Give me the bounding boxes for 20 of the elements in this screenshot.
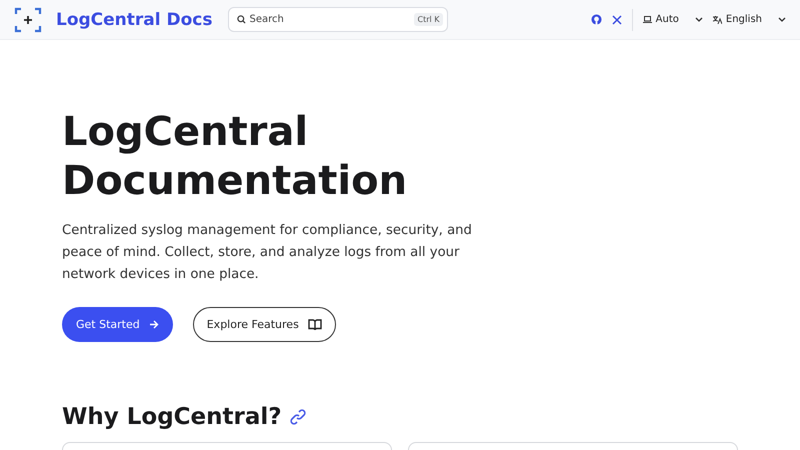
intro-text: Centralized syslog management for compliance, security, and peace of mind. Collect, store, and analyze logs from all your network devices in one place. [62, 222, 473, 284]
get-started-button[interactable]: Get Started [62, 307, 173, 342]
github-icon[interactable] [590, 14, 602, 25]
theme-selector[interactable]: Auto [642, 14, 703, 25]
language-selector[interactable]: English [712, 14, 786, 25]
page-title: LogCentral Documentation [62, 108, 408, 206]
search-icon [236, 15, 246, 24]
shortcut-hint: Ctrl K [414, 13, 443, 26]
logo-icon [14, 6, 42, 32]
book-icon [308, 318, 322, 330]
link-icon[interactable] [290, 409, 306, 425]
chevron-down-icon [694, 17, 703, 22]
chevron-down-icon [778, 17, 786, 22]
arrow-icon [148, 320, 159, 329]
site-title[interactable]: LogCentral Docs [56, 10, 213, 30]
translate-icon [712, 16, 722, 24]
section-heading: Why LogCentral? [62, 404, 282, 430]
x-logo-icon[interactable] [612, 14, 622, 24]
explore-features-button[interactable]: Explore Features [192, 307, 336, 342]
laptop-icon [642, 16, 652, 23]
